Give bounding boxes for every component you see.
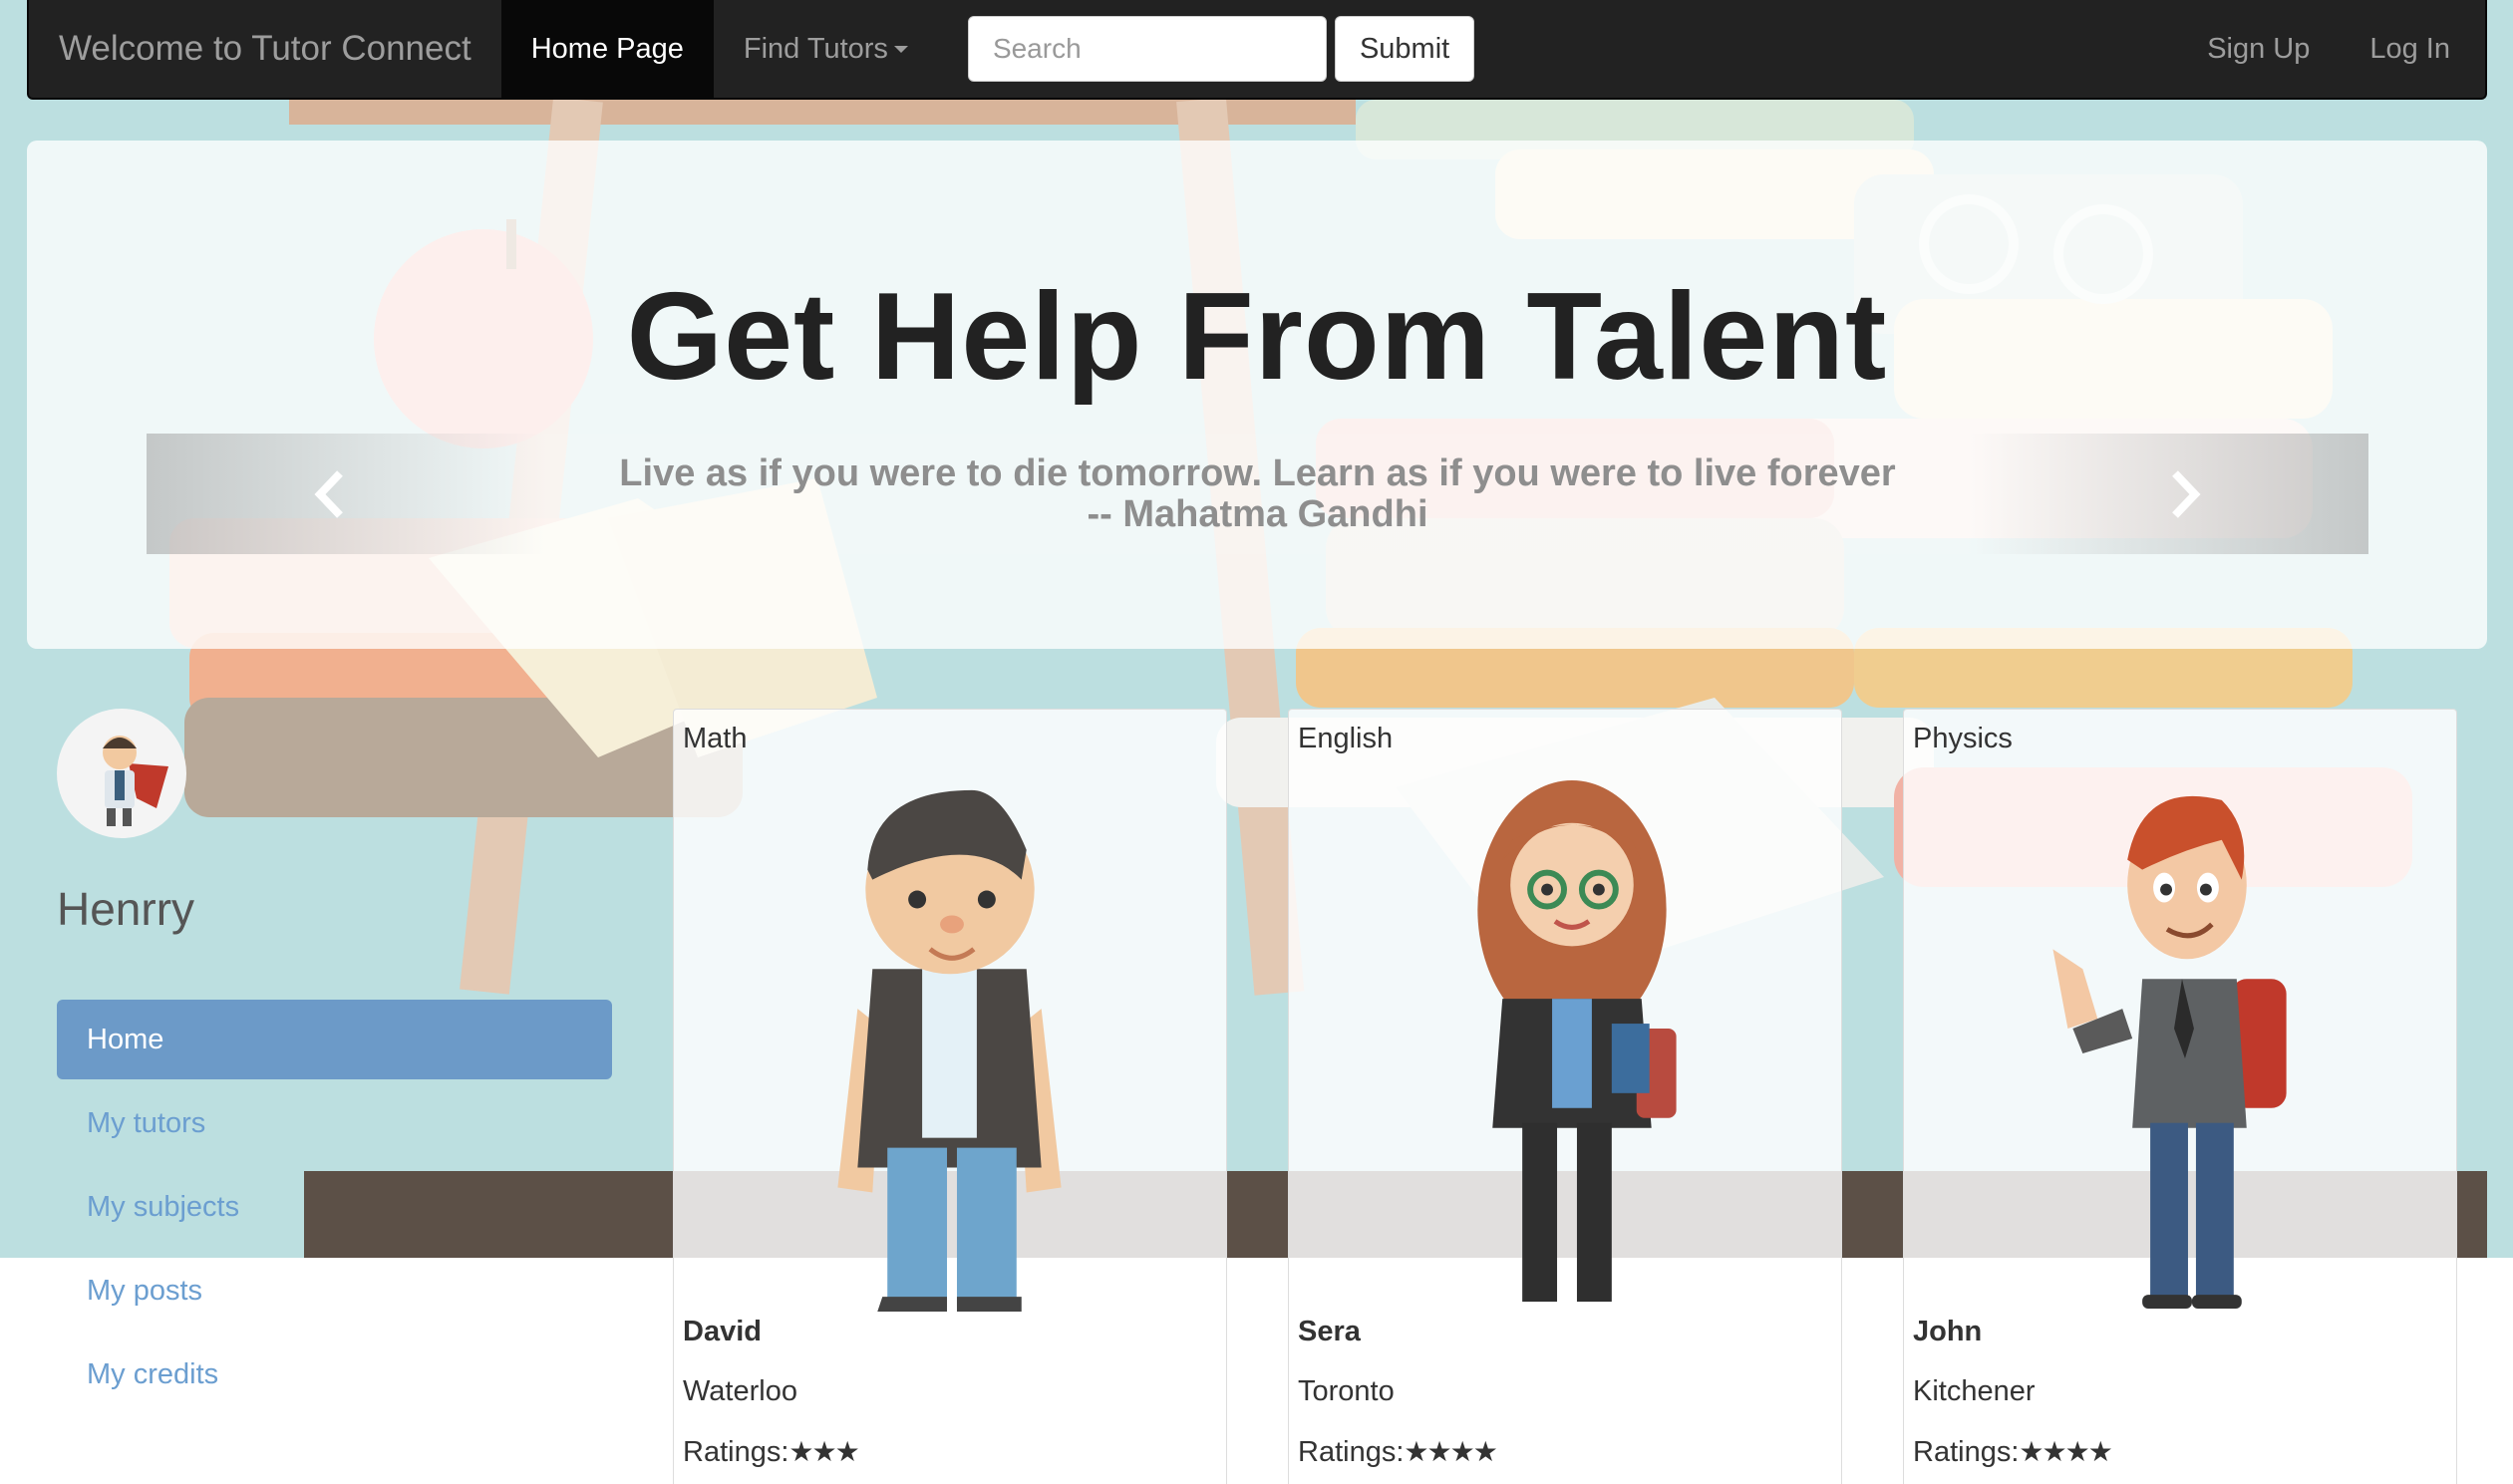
star-icon: ★ [2087, 1436, 2113, 1467]
nav-find-tutors-label: Find Tutors [743, 32, 888, 65]
card-tutor-city: Waterloo [683, 1375, 797, 1407]
star-icon: ★ [834, 1436, 860, 1467]
avatar[interactable] [57, 709, 186, 838]
chevron-right-icon[interactable] [2171, 469, 2201, 519]
card-tutor-city: Kitchener [1913, 1375, 2036, 1407]
sidebar-item-my-credits[interactable]: My credits [57, 1335, 612, 1414]
nav-sign-up[interactable]: Sign Up [2177, 0, 2340, 98]
sidebar-item-my-tutors[interactable]: My tutors [57, 1083, 612, 1163]
quote-text: Live as if you were to die tomorrow. Lea… [619, 452, 1896, 494]
ratings-label: Ratings: [1298, 1436, 1405, 1468]
navbar-right-links: Sign Up Log In [2177, 0, 2485, 98]
star-icon: ★ [2042, 1436, 2067, 1467]
card-tutor-name: John [1913, 1316, 1983, 1347]
star-icon: ★ [1426, 1436, 1452, 1467]
star-icon: ★ [1404, 1436, 1428, 1467]
submit-button[interactable]: Submit [1334, 16, 1475, 82]
card-tutor-name: Sera [1298, 1316, 1361, 1347]
sidebar-item-my-posts[interactable]: My posts [57, 1251, 612, 1331]
card-tutor-rating: Ratings:★★★★ [1298, 1435, 1498, 1469]
carousel-quote: Live as if you were to die tomorrow. Lea… [147, 453, 2368, 535]
quote-author: -- Mahatma Gandhi [1087, 493, 1428, 535]
tutor-avatar-image [1477, 779, 1677, 1303]
card-tutor-name: David [683, 1316, 762, 1347]
sidebar-item-my-subjects[interactable]: My subjects [57, 1167, 612, 1247]
star-icon: ★ [788, 1436, 813, 1467]
card-tutor-rating: Ratings:★★★ [683, 1435, 860, 1469]
hero-jumbotron: Get Help From Talent Live as if you were… [27, 141, 2487, 649]
star-icon: ★ [1472, 1436, 1498, 1467]
tutor-card-english[interactable]: English Sera Toronto Ratings:★★★★ [1288, 709, 1842, 1484]
tutor-avatar-image [837, 789, 1062, 1313]
nav-find-tutors-dropdown[interactable]: Find Tutors [714, 0, 938, 98]
star-icon: ★ [2064, 1436, 2090, 1467]
star-icon: ★ [811, 1436, 837, 1467]
star-icon: ★ [1449, 1436, 1475, 1467]
chevron-left-icon[interactable] [314, 469, 344, 519]
card-subject: English [1298, 723, 1394, 754]
card-tutor-city: Toronto [1298, 1375, 1395, 1407]
ratings-label: Ratings: [683, 1436, 789, 1468]
top-navbar: Welcome to Tutor Connect Home Page Find … [27, 0, 2487, 100]
quote-carousel: Live as if you were to die tomorrow. Lea… [147, 434, 2368, 554]
navbar-brand[interactable]: Welcome to Tutor Connect [29, 0, 501, 98]
tutor-avatar-image [2052, 795, 2287, 1310]
hero-title: Get Help From Talent [626, 268, 1888, 406]
caret-down-icon [893, 45, 908, 53]
card-subject: Physics [1913, 723, 2013, 754]
tutor-card-math[interactable]: Math David Waterloo Ratings:★★★ [673, 709, 1227, 1484]
nav-home-page[interactable]: Home Page [500, 0, 714, 98]
profile-name: Henrry [57, 883, 195, 935]
ratings-label: Ratings: [1913, 1436, 2020, 1468]
tutor-card-physics[interactable]: Physics John Kitchener Ratings:★★★★ [1903, 709, 2457, 1484]
sidebar-item-home[interactable]: Home [57, 1000, 612, 1079]
card-subject: Math [683, 723, 748, 754]
profile-sidebar-nav: Home My tutors My subjects My posts My c… [57, 1000, 612, 1418]
search-input[interactable] [967, 16, 1327, 82]
nav-log-in[interactable]: Log In [2340, 0, 2480, 98]
star-icon: ★ [2019, 1436, 2043, 1467]
card-tutor-rating: Ratings:★★★★ [1913, 1435, 2113, 1469]
